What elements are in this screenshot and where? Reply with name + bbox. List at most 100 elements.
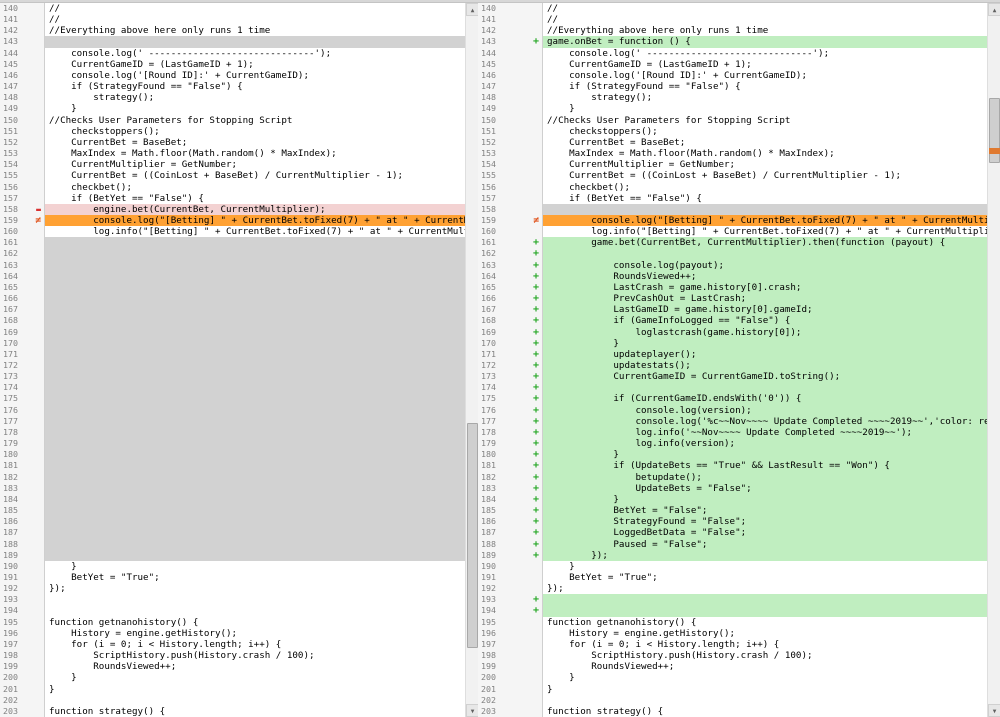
diff-row[interactable]: 198 ScriptHistory.push(History.crash / 1… — [478, 650, 987, 661]
diff-row[interactable]: 197 for (i = 0; i < History.length; i++)… — [478, 639, 987, 650]
diff-row[interactable]: 176+ console.log(version); — [478, 405, 987, 416]
diff-row[interactable]: 195function getnanohistory() { — [0, 617, 465, 628]
diff-row[interactable]: 165+ LastCrash = game.history[0].crash; — [478, 282, 987, 293]
code-line[interactable] — [543, 204, 987, 215]
diff-row[interactable]: 179+ log.info(version); — [478, 438, 987, 449]
diff-row[interactable]: 160 log.info("[Betting] " + CurrentBet.t… — [0, 226, 465, 237]
diff-row[interactable]: 145 CurrentGameID = (LastGameID + 1); — [478, 59, 987, 70]
diff-row[interactable]: 151 checkstoppers(); — [0, 126, 465, 137]
code-line[interactable]: checkstoppers(); — [543, 126, 987, 137]
code-line[interactable]: if (CurrentGameID.endsWith('0')) { — [543, 393, 987, 404]
code-line[interactable]: ScriptHistory.push(History.crash / 100); — [543, 650, 987, 661]
code-line[interactable]: function strategy() { — [543, 706, 987, 717]
code-line[interactable] — [45, 393, 465, 404]
code-line[interactable] — [45, 260, 465, 271]
code-line[interactable]: console.log(version); — [543, 405, 987, 416]
code-line[interactable] — [45, 315, 465, 326]
code-line[interactable] — [45, 494, 465, 505]
code-line[interactable] — [45, 36, 465, 47]
code-line[interactable]: betupdate(); — [543, 472, 987, 483]
code-line[interactable] — [45, 271, 465, 282]
code-line[interactable] — [45, 237, 465, 248]
code-line[interactable] — [45, 382, 465, 393]
code-line[interactable] — [45, 516, 465, 527]
diff-row[interactable]: 188 — [0, 539, 465, 550]
code-line[interactable] — [45, 293, 465, 304]
diff-row[interactable]: 203function strategy() { — [0, 706, 465, 717]
code-line[interactable] — [543, 594, 987, 605]
code-line[interactable] — [45, 505, 465, 516]
code-line[interactable]: BetYet = "False"; — [543, 505, 987, 516]
diff-row[interactable]: 147 if (StrategyFound == "False") { — [0, 81, 465, 92]
diff-row[interactable]: 190 } — [478, 561, 987, 572]
diff-row[interactable]: 158▬ engine.bet(CurrentBet, CurrentMulti… — [0, 204, 465, 215]
diff-row[interactable]: 156 checkbet(); — [0, 182, 465, 193]
code-line[interactable] — [45, 405, 465, 416]
code-line[interactable] — [45, 304, 465, 315]
code-line[interactable]: if (GameInfoLogged == "False") { — [543, 315, 987, 326]
diff-row[interactable]: 166 — [0, 293, 465, 304]
code-line[interactable]: } — [45, 561, 465, 572]
code-line[interactable]: }); — [543, 583, 987, 594]
diff-row[interactable]: 140// — [478, 3, 987, 14]
code-line[interactable]: updatestats(); — [543, 360, 987, 371]
code-line[interactable]: console.log('[Round ID]:' + CurrentGameI… — [543, 70, 987, 81]
code-line[interactable] — [543, 382, 987, 393]
diff-row[interactable]: 178+ log.info('~~Nov~~~~ Update Complete… — [478, 427, 987, 438]
diff-row[interactable]: 149 } — [478, 103, 987, 114]
code-line[interactable] — [45, 449, 465, 460]
diff-row[interactable]: 186 — [0, 516, 465, 527]
diff-row[interactable]: 187 — [0, 527, 465, 538]
diff-row[interactable]: 143+game.onBet = function () { — [478, 36, 987, 47]
diff-row[interactable]: 142//Everything above here only runs 1 t… — [0, 25, 465, 36]
diff-row[interactable]: 192}); — [478, 583, 987, 594]
diff-row[interactable]: 143 — [0, 36, 465, 47]
diff-row[interactable]: 160 log.info("[Betting] " + CurrentBet.t… — [478, 226, 987, 237]
code-line[interactable]: function strategy() { — [45, 706, 465, 717]
code-line[interactable]: checkbet(); — [543, 182, 987, 193]
code-line[interactable]: console.log(payout); — [543, 260, 987, 271]
diff-row[interactable]: 200 } — [0, 672, 465, 683]
diff-row[interactable]: 142//Everything above here only runs 1 t… — [478, 25, 987, 36]
code-line[interactable]: log.info("[Betting] " + CurrentBet.toFix… — [45, 226, 465, 237]
code-line[interactable] — [45, 594, 465, 605]
diff-row[interactable]: 182+ betupdate(); — [478, 472, 987, 483]
code-line[interactable]: BetYet = "True"; — [45, 572, 465, 583]
code-line[interactable]: }); — [45, 583, 465, 594]
code-line[interactable]: CurrentGameID = (LastGameID + 1); — [45, 59, 465, 70]
diff-row[interactable]: 148 strategy(); — [0, 92, 465, 103]
diff-row[interactable]: 170+ } — [478, 338, 987, 349]
code-line[interactable]: CurrentMultiplier = GetNumber; — [543, 159, 987, 170]
diff-row[interactable]: 151 checkstoppers(); — [478, 126, 987, 137]
diff-row[interactable]: 171+ updateplayer(); — [478, 349, 987, 360]
code-line[interactable]: UpdateBets = "False"; — [543, 483, 987, 494]
code-line[interactable]: History = engine.getHistory(); — [543, 628, 987, 639]
diff-row[interactable]: 147 if (StrategyFound == "False") { — [478, 81, 987, 92]
diff-row[interactable]: 188+ Paused = "False"; — [478, 539, 987, 550]
code-line[interactable]: } — [45, 684, 465, 695]
code-line[interactable]: console.log(' --------------------------… — [45, 48, 465, 59]
diff-row[interactable]: 201} — [478, 684, 987, 695]
diff-row[interactable]: 189 — [0, 550, 465, 561]
code-line[interactable]: //Checks User Parameters for Stopping Sc… — [543, 115, 987, 126]
diff-row[interactable]: 172+ updatestats(); — [478, 360, 987, 371]
diff-row[interactable]: 172 — [0, 360, 465, 371]
diff-row[interactable]: 178 — [0, 427, 465, 438]
code-line[interactable] — [45, 550, 465, 561]
code-line[interactable]: } — [45, 103, 465, 114]
diff-row[interactable]: 162 — [0, 248, 465, 259]
code-line[interactable]: // — [543, 3, 987, 14]
code-line[interactable] — [45, 427, 465, 438]
diff-row[interactable]: 182 — [0, 472, 465, 483]
diff-row[interactable]: 180+ } — [478, 449, 987, 460]
code-line[interactable] — [45, 483, 465, 494]
diff-row[interactable]: 194 — [0, 605, 465, 616]
code-line[interactable]: CurrentMultiplier = GetNumber; — [45, 159, 465, 170]
diff-row[interactable]: 161+ game.bet(CurrentBet, CurrentMultipl… — [478, 237, 987, 248]
diff-row[interactable]: 146 console.log('[Round ID]:' + CurrentG… — [478, 70, 987, 81]
code-line[interactable]: function getnanohistory() { — [45, 617, 465, 628]
diff-row[interactable]: 187+ LoggedBetData = "False"; — [478, 527, 987, 538]
left-scrollbar-thumb[interactable] — [467, 423, 478, 648]
diff-row[interactable]: 149 } — [0, 103, 465, 114]
right-scroll-up-button[interactable]: ▲ — [988, 3, 1000, 16]
